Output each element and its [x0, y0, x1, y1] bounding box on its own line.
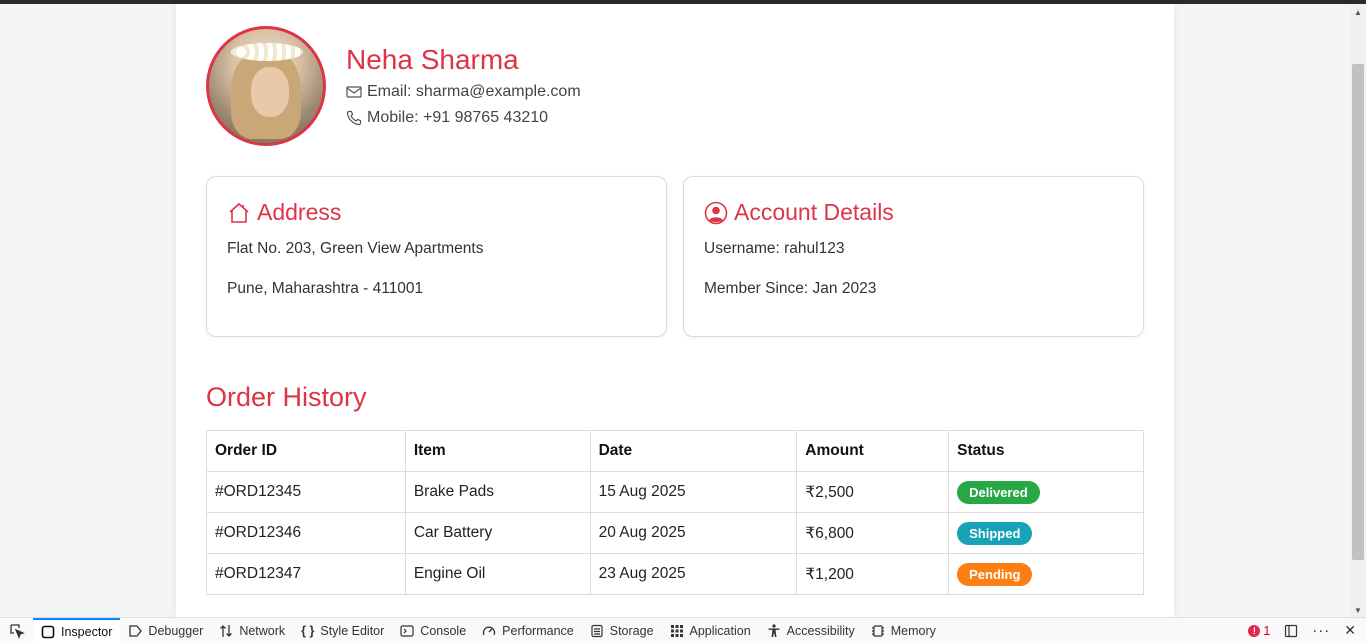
order-history-table: Order ID Item Date Amount Status #ORD123… [206, 430, 1144, 595]
order-id-cell: #ORD12345 [206, 471, 406, 513]
tab-storage[interactable]: Storage [582, 618, 662, 643]
network-icon [220, 624, 233, 637]
mobile-text: Mobile: +91 98765 43210 [367, 109, 549, 126]
inspector-icon [41, 625, 55, 638]
console-icon [400, 624, 414, 637]
amount-cell: ₹1,200 [796, 553, 950, 595]
amount-cell: ₹6,800 [796, 512, 950, 554]
application-icon [670, 624, 683, 637]
profile-name: Neha Sharma [346, 44, 519, 75]
tab-debugger[interactable]: Debugger [120, 618, 211, 643]
table-row: #ORD12347 Engine Oil 23 Aug 2025 ₹1,200 … [206, 553, 1144, 595]
status-badge: Pending [957, 562, 1033, 586]
error-icon: ! [1248, 624, 1261, 637]
address-line-1: Flat No. 203, Green View Apartments [227, 240, 484, 257]
more-options-icon[interactable]: ··· [1312, 622, 1330, 639]
column-header-amount: Amount [796, 430, 950, 472]
house-icon [229, 202, 249, 223]
avatar [206, 26, 326, 146]
tab-console[interactable]: Console [392, 618, 474, 643]
date-cell: 23 Aug 2025 [589, 553, 798, 595]
phone-icon [346, 110, 362, 126]
table-header-row: Order ID Item Date Amount Status [206, 430, 1144, 472]
address-title: Address [227, 199, 341, 226]
item-cell: Car Battery [404, 512, 591, 554]
amount-cell: ₹2,500 [796, 471, 950, 513]
dock-toggle-icon[interactable] [1284, 624, 1298, 638]
tab-inspector[interactable]: Inspector [33, 617, 121, 643]
username-text: Username: rahul123 [704, 240, 845, 257]
order-id-cell: #ORD12347 [206, 553, 406, 595]
scroll-down-arrow-icon[interactable]: ▼ [1354, 606, 1362, 615]
order-id-cell: #ORD12346 [206, 512, 406, 554]
date-cell: 20 Aug 2025 [589, 512, 798, 554]
profile-card: Neha Sharma Email: sharma@example.com Mo… [176, 4, 1174, 617]
page-scrollbar[interactable]: ▲ ▼ [1350, 4, 1366, 617]
scroll-up-arrow-icon[interactable]: ▲ [1354, 8, 1362, 17]
order-history-title: Order History [206, 382, 367, 412]
mobile-line: Mobile: +91 98765 43210 [346, 109, 548, 127]
user-circle-icon [704, 201, 728, 224]
item-cell: Brake Pads [404, 471, 591, 513]
date-cell: 15 Aug 2025 [589, 471, 798, 513]
column-header-status: Status [948, 430, 1144, 472]
table-row: #ORD12346 Car Battery 20 Aug 2025 ₹6,800… [206, 512, 1144, 554]
tab-memory[interactable]: Memory [863, 618, 944, 643]
close-icon[interactable]: ✕ [1344, 622, 1356, 639]
memory-icon [871, 624, 884, 637]
accessibility-icon [768, 623, 780, 637]
tab-network[interactable]: Network [211, 618, 293, 643]
account-title: Account Details [704, 199, 894, 226]
tab-style-editor[interactable]: { } Style Editor [293, 618, 392, 643]
tab-accessibility[interactable]: Accessibility [759, 618, 863, 643]
envelope-icon [346, 86, 362, 98]
scrollbar-thumb[interactable] [1352, 64, 1364, 560]
address-line-2: Pune, Maharashtra - 411001 [227, 280, 424, 297]
email-line: Email: sharma@example.com [346, 83, 581, 101]
element-picker-icon[interactable] [0, 618, 33, 643]
column-header-order-id: Order ID [206, 430, 406, 472]
email-text: Email: sharma@example.com [367, 83, 581, 100]
status-badge: Shipped [957, 521, 1033, 545]
item-cell: Engine Oil [404, 553, 591, 595]
account-box: Account Details Username: rahul123 Membe… [683, 176, 1144, 337]
column-header-item: Item [404, 430, 591, 472]
member-since-text: Member Since: Jan 2023 [704, 280, 877, 297]
devtools-right-controls: ! 1 ··· ✕ [1248, 622, 1366, 639]
storage-icon [591, 624, 603, 637]
tab-application[interactable]: Application [662, 618, 759, 643]
style-editor-icon: { } [301, 623, 315, 638]
table-row: #ORD12345 Brake Pads 15 Aug 2025 ₹2,500 … [206, 471, 1144, 513]
error-indicator[interactable]: ! 1 [1248, 624, 1270, 638]
column-header-date: Date [589, 430, 798, 472]
address-box: Address Flat No. 203, Green View Apartme… [206, 176, 667, 337]
devtools-toolbar: Inspector Debugger Network { } Style Edi… [0, 617, 1366, 643]
performance-icon [483, 626, 496, 635]
status-badge: Delivered [957, 480, 1040, 504]
debugger-icon [129, 624, 143, 637]
tab-performance[interactable]: Performance [474, 618, 582, 643]
